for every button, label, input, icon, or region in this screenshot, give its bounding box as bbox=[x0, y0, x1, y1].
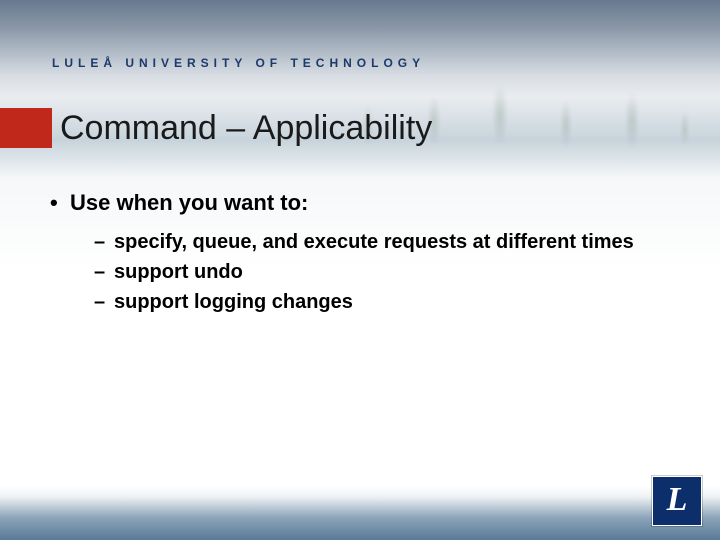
brand-text: LULEÅ UNIVERSITY OF TECHNOLOGY bbox=[52, 56, 425, 70]
bullet-level1: Use when you want to: bbox=[50, 190, 680, 216]
content-area: Use when you want to: specify, queue, an… bbox=[50, 190, 680, 320]
slide: LULEÅ UNIVERSITY OF TECHNOLOGY Command –… bbox=[0, 0, 720, 540]
bullet-level2: specify, queue, and execute requests at … bbox=[50, 230, 680, 254]
title-accent-block bbox=[0, 108, 52, 148]
university-logo: L bbox=[652, 476, 702, 526]
bullet-level2: support undo bbox=[50, 260, 680, 284]
logo-letter: L bbox=[667, 483, 688, 517]
university-brand: LULEÅ UNIVERSITY OF TECHNOLOGY bbox=[52, 56, 425, 70]
slide-title: Command – Applicability bbox=[60, 109, 432, 148]
bullet-level2: support logging changes bbox=[50, 290, 680, 314]
title-row: Command – Applicability bbox=[0, 108, 432, 148]
